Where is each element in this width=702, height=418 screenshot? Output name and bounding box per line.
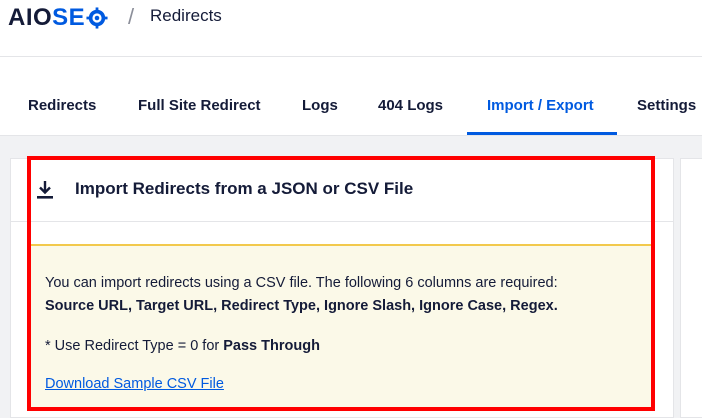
tab-import-export[interactable]: Import / Export — [487, 97, 594, 114]
top-bar: AIOSEO / Redirects — [0, 0, 702, 57]
aioseo-logo[interactable]: AIOSEO — [8, 2, 108, 34]
import-panel-title: Import Redirects from a JSON or CSV File — [75, 179, 414, 198]
logo-text-aio: AIO — [8, 4, 53, 31]
side-panel — [680, 158, 702, 418]
page-title: Redirects — [150, 6, 222, 25]
tab-404-logs[interactable]: 404 Logs — [378, 97, 443, 114]
notice-text-columns: You can import redirects using a CSV fil… — [45, 275, 558, 291]
logo-text-se: SE — [52, 4, 86, 31]
tab-redirects[interactable]: Redirects — [28, 97, 96, 114]
notice-redirect-type-note: * Use Redirect Type = 0 for Pass Through — [45, 338, 320, 354]
breadcrumb-separator: / — [128, 4, 135, 29]
download-sample-csv-link[interactable]: Download Sample CSV File — [45, 376, 224, 392]
tab-settings[interactable]: Settings — [637, 97, 696, 114]
active-tab-indicator — [467, 132, 617, 135]
notice-redirect-type-prefix: * Use Redirect Type = 0 for — [45, 338, 224, 354]
download-icon — [37, 181, 53, 199]
tab-logs[interactable]: Logs — [302, 97, 338, 114]
tab-bar: Redirects Full Site Redirect Logs 404 Lo… — [0, 57, 702, 136]
notice-required-columns: Source URL, Target URL, Redirect Type, I… — [45, 298, 558, 314]
notice-pass-through: Pass Through — [223, 338, 320, 354]
tab-full-site-redirect[interactable]: Full Site Redirect — [138, 97, 261, 114]
logo-gear-icon — [86, 7, 108, 29]
